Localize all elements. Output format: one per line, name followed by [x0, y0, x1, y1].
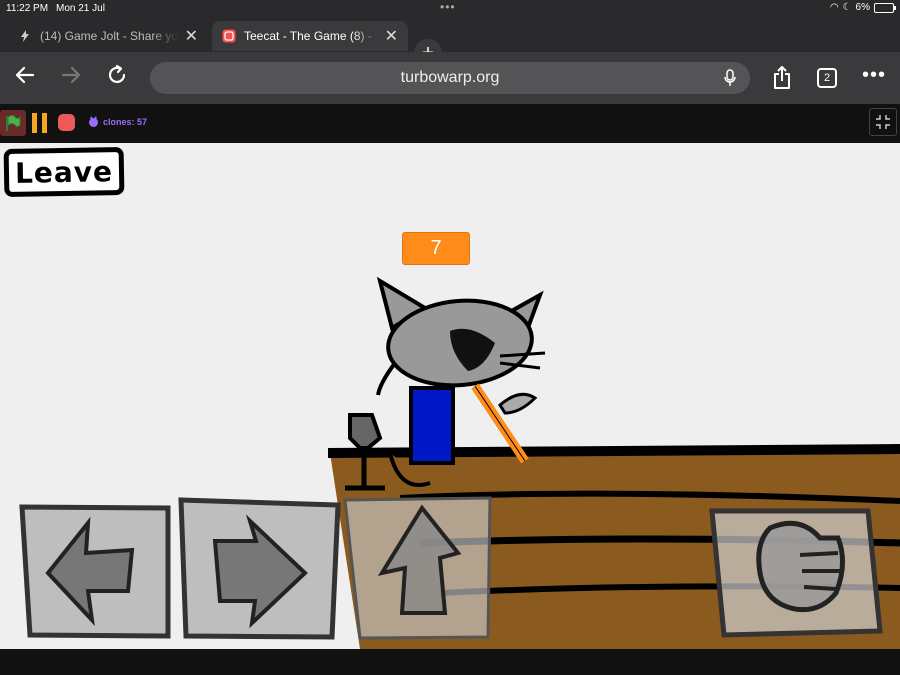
left-arrow-icon[interactable]	[19, 504, 171, 639]
clone-icon	[89, 116, 98, 127]
moon-icon: ☾	[842, 2, 852, 13]
status-right: ◠ ☾ 6%	[829, 2, 896, 13]
exit-fullscreen-icon[interactable]	[869, 108, 897, 136]
status-bar: 11:22 PM Mon 21 Jul ••• ◠ ☾ 6%	[0, 0, 900, 18]
tab-count-button[interactable]: 2	[817, 68, 837, 88]
browser-toolbar: turbowarp.org 2 •••	[0, 52, 900, 104]
clone-counter: clones: 57	[88, 116, 147, 127]
grab-hand-icon[interactable]	[709, 508, 883, 638]
multitask-dots-icon[interactable]: •••	[440, 0, 456, 14]
address-bar[interactable]: turbowarp.org	[150, 62, 750, 94]
turbowarp-controls: clones: 57	[0, 104, 900, 143]
battery-icon	[874, 2, 896, 13]
tab-title: (14) Game Jolt - Share your creations	[40, 29, 179, 43]
reload-icon[interactable]	[106, 64, 128, 92]
turbowarp-icon	[222, 29, 236, 43]
forward-icon[interactable]	[60, 64, 82, 92]
back-icon[interactable]	[14, 64, 36, 92]
game-stage[interactable]: Leave 7	[0, 143, 900, 649]
more-icon[interactable]: •••	[862, 64, 886, 87]
wifi-icon: ◠	[829, 2, 839, 13]
status-date: Mon 21 Jul	[56, 3, 105, 14]
url-text: turbowarp.org	[400, 69, 500, 86]
tab-strip: (14) Game Jolt - Share your creations ✕ …	[0, 18, 900, 67]
gamejolt-icon	[18, 29, 32, 43]
share-icon[interactable]	[772, 66, 792, 95]
clones-label: clones: 57	[103, 116, 148, 127]
green-flag-icon[interactable]	[0, 110, 26, 136]
status-time: 11:22 PM	[6, 3, 49, 14]
game-scene	[19, 276, 900, 649]
close-icon[interactable]: ✕	[185, 26, 198, 46]
battery-percent: 6%	[855, 2, 870, 13]
tab-gamejolt[interactable]: (14) Game Jolt - Share your creations ✕	[8, 21, 208, 51]
bottom-bar	[0, 649, 900, 675]
pause-icon[interactable]	[32, 113, 48, 133]
stop-icon[interactable]	[58, 114, 75, 131]
up-arrow-icon[interactable]	[343, 496, 492, 640]
right-arrow-icon[interactable]	[178, 497, 341, 640]
tab-title: Teecat - The Game (8) - TurboWarp	[244, 29, 379, 43]
close-icon[interactable]: ✕	[385, 26, 398, 46]
mic-icon[interactable]	[724, 69, 736, 90]
tab-turbowarp[interactable]: Teecat - The Game (8) - TurboWarp ✕	[212, 21, 408, 51]
